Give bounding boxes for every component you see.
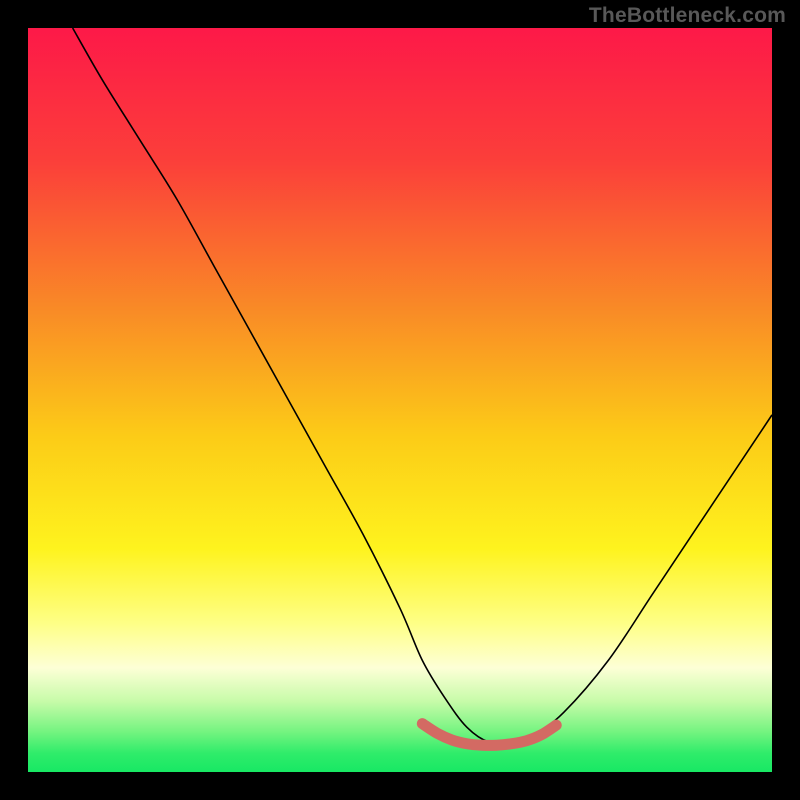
chart-frame: TheBottleneck.com [0,0,800,800]
bottleneck-chart [28,28,772,772]
watermark-text: TheBottleneck.com [589,4,786,28]
plot-area [28,28,772,772]
